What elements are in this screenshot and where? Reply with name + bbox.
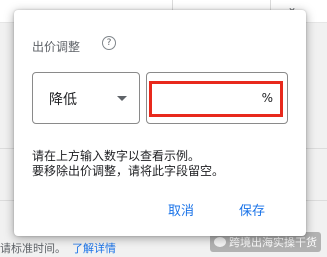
bid-adjustment-dialog: 出价调整 ? 降低 % 请在上方输入数字以查看示例。 要移除出价调整，请将此字段… xyxy=(14,10,306,236)
wechat-icon xyxy=(214,237,226,247)
adjustment-amount-input[interactable] xyxy=(153,85,257,111)
dialog-title: 出价调整 xyxy=(32,40,81,54)
background-footnote: 请标准时间。 了解详情 xyxy=(0,240,116,256)
hint-text: 请在上方输入数字以查看示例。 要移除出价调整，请将此字段留空。 xyxy=(32,149,294,179)
cancel-button[interactable]: 取消 xyxy=(164,196,198,223)
footnote-text: 请标准时间。 xyxy=(0,242,66,255)
percent-suffix: % xyxy=(261,91,273,105)
save-button[interactable]: 保存 xyxy=(235,196,269,223)
learn-more-link[interactable]: 了解详情 xyxy=(72,242,116,255)
watermark-text: 跨境出海实操干货 xyxy=(229,236,317,249)
hint-line: 要移除出价调整，请将此字段留空。 xyxy=(32,164,225,178)
hint-line: 请在上方输入数字以查看示例。 xyxy=(32,149,201,163)
adjustment-amount-field[interactable]: % xyxy=(146,72,288,124)
dropdown-arrow-icon xyxy=(117,96,127,101)
direction-select[interactable]: 降低 xyxy=(32,72,140,124)
direction-select-value: 降低 xyxy=(49,92,77,108)
help-circle-icon[interactable]: ? xyxy=(102,36,116,50)
